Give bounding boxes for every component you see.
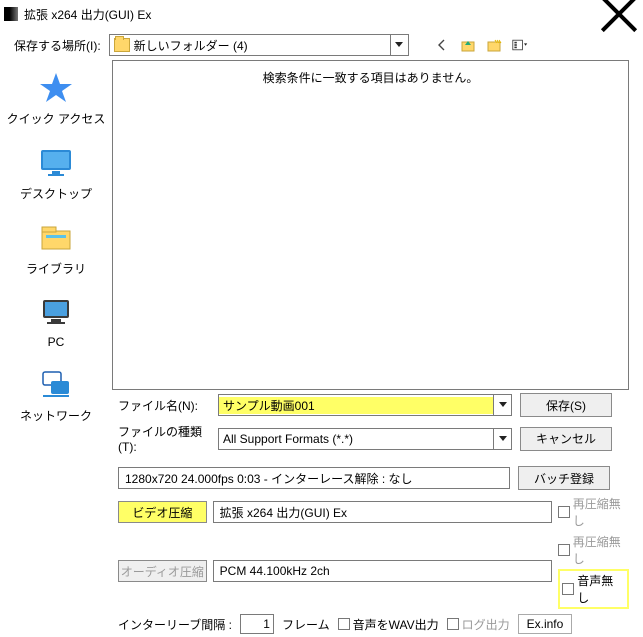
batch-register-button[interactable]: バッチ登録 [518,466,610,490]
places-bar: クイック アクセス デスクトップ ライブラリ PC ネットワーク [0,60,112,390]
view-menu-icon[interactable] [511,36,529,54]
app-icon [4,7,18,21]
window-title: 拡張 x264 出力(GUI) Ex [24,6,599,23]
interleave-label: インターリーブ間隔 : [118,616,232,633]
video-compress-button[interactable]: ビデオ圧縮 [118,501,207,523]
chevron-down-icon[interactable] [493,429,511,449]
filetype-label: ファイルの種類(T): [118,423,210,454]
save-in-label: 保存する場所(I): [14,37,101,54]
desktop-icon [36,145,76,179]
video-no-recompress-check: 再圧縮無し [558,495,629,529]
pc-icon [36,295,76,329]
filetype-value: All Support Formats (*.*) [219,432,493,446]
no-audio-check[interactable]: 音声無し [558,569,629,609]
cancel-button[interactable]: キャンセル [520,427,612,451]
place-pc[interactable]: PC [0,295,112,349]
close-button[interactable] [599,2,639,26]
place-label: ライブラリ [26,260,86,277]
audio-no-recompress-check: 再圧縮無し [558,533,629,567]
place-label: クイック アクセス [7,110,106,127]
file-list[interactable]: 検索条件に一致する項目はありません。 [112,60,629,390]
audio-codec-field[interactable]: PCM 44.100kHz 2ch [213,560,553,582]
exinfo-button[interactable]: Ex.info [518,614,573,634]
chevron-down-icon[interactable] [390,35,408,55]
place-library[interactable]: ライブラリ [0,220,112,277]
interleave-value[interactable]: 1 [240,614,274,634]
frame-label: フレーム [282,616,330,633]
filetype-combo[interactable]: All Support Formats (*.*) [218,428,512,450]
video-status-box: 1280x720 24.000fps 0:03 - インターレース解除 : なし [118,467,510,489]
empty-message: 検索条件に一致する項目はありません。 [113,69,628,86]
wav-output-check[interactable]: 音声をWAV出力 [338,616,439,633]
network-icon [36,367,76,401]
video-codec-field[interactable]: 拡張 x264 出力(GUI) Ex [213,501,553,523]
library-icon [36,220,76,254]
filename-value: サンプル動画001 [219,397,493,414]
place-desktop[interactable]: デスクトップ [0,145,112,202]
folder-icon [114,38,130,52]
chevron-down-icon[interactable] [493,395,511,415]
place-label: デスクトップ [20,185,92,202]
save-button[interactable]: 保存(S) [520,393,612,417]
filename-label: ファイル名(N): [118,397,210,414]
checkbox-icon[interactable] [562,583,574,595]
filename-combo[interactable]: サンプル動画001 [218,394,512,416]
place-label: ネットワーク [20,407,92,424]
save-in-combo[interactable]: 新しいフォルダー (4) [109,34,409,56]
up-folder-icon[interactable] [459,36,477,54]
save-in-value: 新しいフォルダー (4) [134,37,390,54]
quick-access-icon [36,70,76,104]
log-output-check: ログ出力 [447,616,510,633]
audio-compress-button[interactable]: オーディオ圧縮 [118,560,207,582]
place-quick-access[interactable]: クイック アクセス [0,70,112,127]
place-network[interactable]: ネットワーク [0,367,112,424]
back-icon[interactable] [433,36,451,54]
place-label: PC [48,335,65,349]
new-folder-icon[interactable] [485,36,503,54]
